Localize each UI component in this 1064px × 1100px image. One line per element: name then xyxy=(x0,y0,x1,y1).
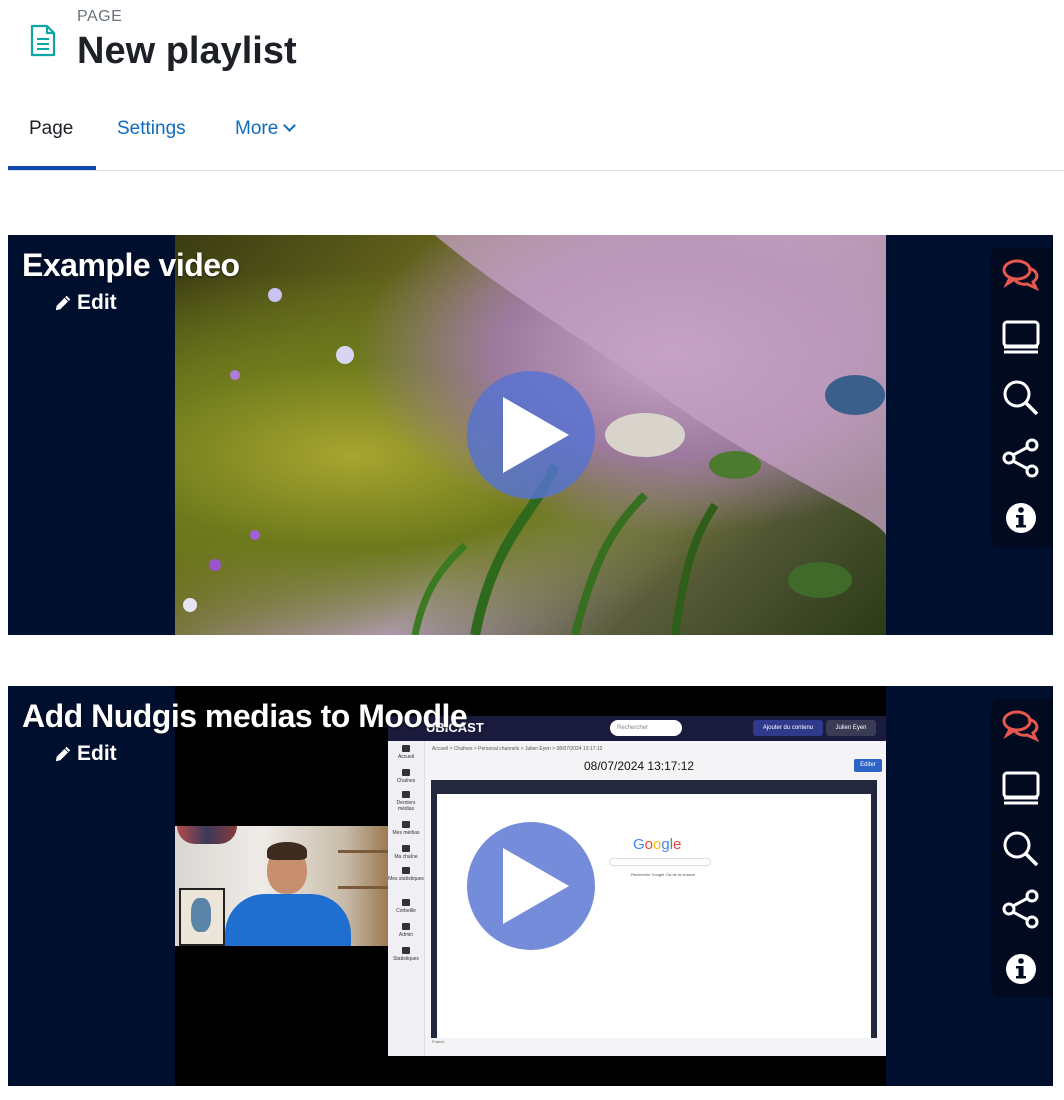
tab-more-label: More xyxy=(235,118,279,139)
slides-icon xyxy=(1002,320,1040,354)
page-title: New playlist xyxy=(77,30,297,72)
search-icon xyxy=(1003,831,1039,867)
screen-edit-button: Editer xyxy=(854,759,882,772)
video-player-nudgis: UBICAST Rechercher Ajouter du contenu Ju… xyxy=(8,686,1053,1086)
framed-picture xyxy=(179,888,225,946)
comments-button[interactable] xyxy=(1000,255,1042,297)
caps-decoration xyxy=(177,826,237,844)
info-button[interactable] xyxy=(1000,497,1042,539)
comments-button[interactable] xyxy=(1000,706,1042,748)
search-button[interactable] xyxy=(1000,377,1042,419)
comments-icon xyxy=(1002,259,1040,292)
secondary-navigation: Page Settings More xyxy=(8,100,1064,171)
slides-button[interactable] xyxy=(1000,317,1042,359)
comments-icon xyxy=(1002,710,1040,743)
play-icon xyxy=(503,848,569,924)
tab-settings[interactable]: Settings xyxy=(117,118,186,140)
share-button[interactable] xyxy=(1000,437,1042,479)
info-icon xyxy=(1006,954,1036,984)
shelf xyxy=(338,886,388,889)
video-title: Add Nudgis medias to Moodle xyxy=(22,698,468,734)
edit-label: Edit xyxy=(77,742,117,765)
screen-sidebar: Accueil Chaînes Derniers médias Mes médi… xyxy=(388,741,425,1056)
info-button[interactable] xyxy=(1000,948,1042,990)
page-document-icon xyxy=(30,24,56,57)
active-tab-indicator xyxy=(8,166,96,170)
google-logo: Google xyxy=(633,836,682,853)
search-button[interactable] xyxy=(1000,828,1042,870)
screen-media-title: 08/07/2024 13:17:12 xyxy=(584,759,695,773)
webcam-feed xyxy=(175,826,388,946)
slides-icon xyxy=(1002,771,1040,805)
edit-video-link[interactable]: Edit xyxy=(54,291,117,315)
play-button[interactable] xyxy=(467,371,595,499)
presenter-body xyxy=(225,894,351,946)
play-button[interactable] xyxy=(467,822,595,950)
pencil-icon xyxy=(55,746,71,762)
play-icon xyxy=(503,397,569,473)
screen-add-content: Ajouter du contenu xyxy=(753,720,823,736)
page-type-label: PAGE xyxy=(77,8,123,25)
google-buttons: Recherche Google J'ai de la chance xyxy=(631,872,696,877)
info-icon xyxy=(1006,503,1036,533)
tab-more[interactable]: More xyxy=(235,118,297,140)
search-icon xyxy=(1003,380,1039,416)
edit-video-link[interactable]: Edit xyxy=(54,742,117,766)
pencil-icon xyxy=(55,295,71,311)
screen-share: UBICAST Rechercher Ajouter du contenu Ju… xyxy=(388,716,886,1056)
share-button[interactable] xyxy=(1000,888,1042,930)
share-icon xyxy=(1002,438,1039,478)
chevron-down-icon xyxy=(283,119,297,132)
screen-breadcrumb: Accueil > Chaînes > Personal channels > … xyxy=(432,746,603,752)
shelf xyxy=(338,850,388,853)
slides-button[interactable] xyxy=(1000,768,1042,810)
screen-footer: France xyxy=(432,1039,445,1044)
presenter-hair xyxy=(267,842,307,860)
video-player-example: Example video Edit xyxy=(8,235,1053,635)
tab-page[interactable]: Page xyxy=(29,118,73,140)
share-icon xyxy=(1002,889,1039,929)
google-search-box xyxy=(609,858,711,866)
player-toolbar xyxy=(991,698,1053,998)
screen-search: Rechercher xyxy=(610,720,682,736)
player-toolbar xyxy=(991,247,1053,547)
edit-label: Edit xyxy=(77,291,117,314)
page-header: PAGE New playlist Page Settings More xyxy=(0,0,1064,171)
screen-user: Julien Eyen xyxy=(826,720,876,736)
video-title: Example video xyxy=(22,247,240,283)
